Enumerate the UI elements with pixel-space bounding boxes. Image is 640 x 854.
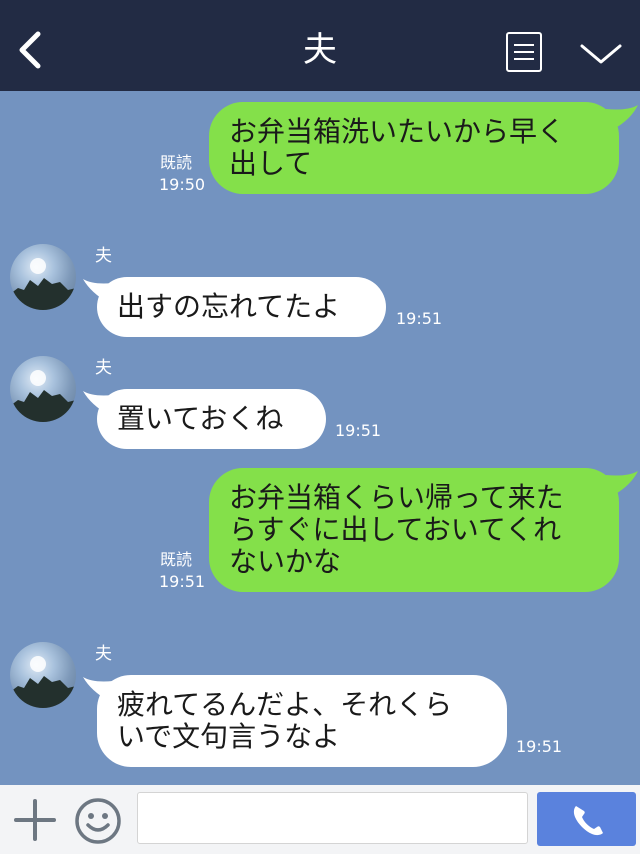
phone-icon bbox=[573, 806, 603, 836]
read-receipt: 既読 bbox=[160, 550, 193, 569]
call-button[interactable] bbox=[537, 792, 636, 846]
plus-icon[interactable] bbox=[14, 799, 56, 841]
list-icon[interactable] bbox=[506, 32, 542, 72]
message-list[interactable]: 既読 19:50 お弁当箱洗いたいから早く 出して 夫 出すの忘れてたよ 19:… bbox=[0, 91, 640, 785]
chat-header: 夫 bbox=[0, 0, 640, 91]
read-receipt: 既読 bbox=[160, 153, 193, 172]
message-bubble[interactable]: 疲れてるんだよ、それくら いで文句言うなよ bbox=[97, 675, 507, 767]
sender-name: 夫 bbox=[95, 358, 112, 378]
smiley-icon[interactable] bbox=[74, 797, 122, 845]
message-input[interactable] bbox=[137, 792, 528, 844]
message-bubble[interactable]: お弁当箱くらい帰って来た らすぐに出しておいてくれ ないかな bbox=[209, 468, 619, 592]
message-time: 19:51 bbox=[396, 309, 443, 328]
message-time: 19:51 bbox=[516, 737, 563, 756]
chevron-down-icon[interactable] bbox=[578, 38, 624, 68]
message-bubble[interactable]: 置いておくね bbox=[97, 389, 326, 449]
chat-title: 夫 bbox=[303, 30, 337, 70]
sender-name: 夫 bbox=[95, 246, 112, 266]
message-bubble[interactable]: お弁当箱洗いたいから早く 出して bbox=[209, 102, 619, 194]
sender-name: 夫 bbox=[95, 644, 112, 664]
chevron-left-icon[interactable] bbox=[10, 28, 50, 72]
avatar[interactable] bbox=[10, 244, 76, 310]
input-bar bbox=[0, 785, 640, 854]
message-bubble[interactable]: 出すの忘れてたよ bbox=[97, 277, 386, 337]
avatar[interactable] bbox=[10, 642, 76, 708]
avatar[interactable] bbox=[10, 356, 76, 422]
message-time: 19:51 bbox=[335, 421, 382, 440]
message-time: 19:51 bbox=[159, 572, 206, 591]
message-time: 19:50 bbox=[159, 175, 206, 194]
